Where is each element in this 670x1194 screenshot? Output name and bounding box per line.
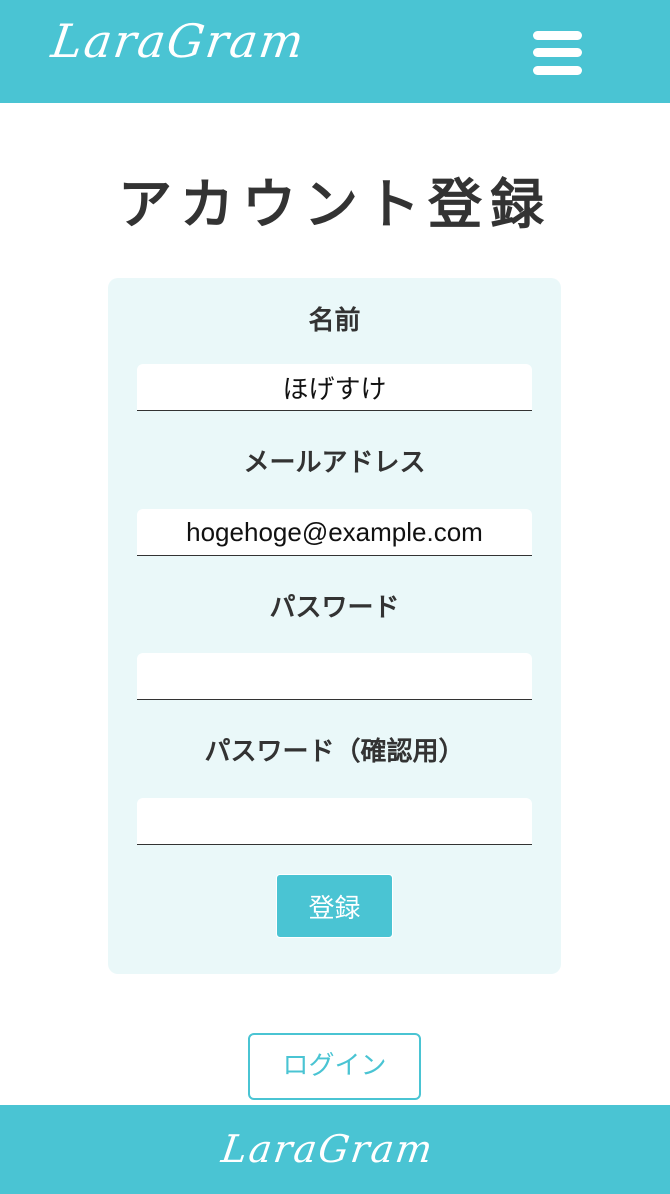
footer-logo: LaraGram [218, 1127, 438, 1171]
hamburger-bar [533, 66, 582, 75]
password-label: パスワード [269, 593, 400, 623]
site-footer: LaraGram [0, 1105, 670, 1194]
password-input[interactable] [137, 653, 532, 700]
login-link[interactable]: ログイン [248, 1033, 421, 1100]
page-title: アカウント登録 [118, 172, 552, 236]
hamburger-bar [533, 31, 582, 40]
site-header: LaraGram [0, 0, 670, 103]
password-confirm-input[interactable] [137, 798, 532, 845]
password-confirm-label: パスワード（確認用） [204, 737, 465, 767]
header-logo[interactable]: LaraGram [48, 14, 309, 68]
register-button[interactable]: 登録 [276, 874, 393, 938]
name-label: 名前 [308, 306, 361, 336]
name-input[interactable] [137, 364, 532, 411]
email-label: メールアドレス [243, 448, 426, 478]
hamburger-menu-icon[interactable] [533, 31, 582, 75]
email-input[interactable] [137, 509, 532, 556]
registration-form-card: 名前 メールアドレス パスワード パスワード（確認用） 登録 [108, 278, 561, 974]
hamburger-bar [533, 48, 582, 57]
